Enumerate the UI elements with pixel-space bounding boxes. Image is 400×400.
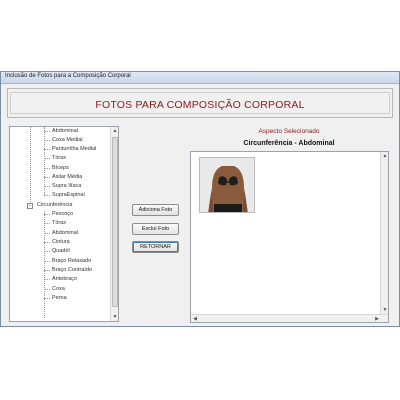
tree-item[interactable]: Braço Contraído: [52, 267, 92, 273]
scroll-left-icon[interactable]: ◀: [191, 315, 199, 323]
tree-branch: [44, 214, 50, 215]
header-panel: FOTOS PARA COMPOSIÇÃO CORPORAL: [7, 88, 393, 118]
tree-connector-line: [44, 211, 45, 318]
tree-branch: [44, 233, 50, 234]
tree-scrollbar[interactable]: ▲ ▼: [110, 127, 118, 321]
photo-thumbnail[interactable]: [199, 157, 255, 213]
add-photo-button[interactable]: Adiciona Foto: [132, 204, 179, 216]
tree-branch: [44, 261, 50, 262]
tree-branch: [44, 251, 50, 252]
tree-item[interactable]: Abdominal: [52, 128, 78, 134]
tree-branch: [44, 223, 50, 224]
tree-item[interactable]: Coxa Medial: [52, 137, 83, 143]
window-title: Inclusão de Fotos para a Composição Corp…: [5, 73, 131, 79]
tree-branch: [44, 186, 50, 187]
tree-branch: [44, 298, 50, 299]
delete-photo-button[interactable]: Exclui Foto: [132, 223, 179, 235]
tree-item[interactable]: Supra Ilíaca: [52, 183, 81, 189]
title-bar: Inclusão de Fotos para a Composição Corp…: [1, 72, 399, 84]
tree-item[interactable]: Abdominal: [52, 230, 78, 236]
page-title: FOTOS PARA COMPOSIÇÃO CORPORAL: [95, 99, 305, 111]
scroll-up-icon[interactable]: ▲: [111, 127, 118, 135]
tree-connector-line: [44, 127, 45, 195]
tree-branch: [44, 242, 50, 243]
tree-item[interactable]: Coxa: [52, 286, 65, 292]
scroll-thumb[interactable]: [112, 137, 118, 307]
scroll-down-icon[interactable]: ▼: [381, 306, 389, 314]
photo-vscrollbar[interactable]: ▲ ▼: [380, 152, 388, 322]
tree-branch: [44, 289, 50, 290]
tree-item[interactable]: Tórax: [52, 155, 66, 161]
tree-branch: [44, 195, 50, 196]
measurement-tree[interactable]: Abdominal Coxa Medial Panturrilha Medial…: [9, 126, 119, 322]
tree-item[interactable]: Cintura: [52, 239, 70, 245]
back-button[interactable]: RETORNAR: [132, 241, 179, 253]
tree-branch: [44, 279, 50, 280]
tree-item[interactable]: Antebraço: [52, 276, 77, 282]
scroll-up-icon[interactable]: ▲: [381, 152, 389, 160]
tree-item[interactable]: Panturrilha Medial: [52, 146, 96, 152]
app-window: Inclusão de Fotos para a Composição Corp…: [0, 71, 400, 327]
tree-item[interactable]: Axilar Média: [52, 174, 82, 180]
tree-connector-line: [30, 127, 31, 206]
tree-item-parent[interactable]: Circunferência: [37, 202, 72, 208]
tree-branch: [44, 131, 50, 132]
tree-branch: [44, 140, 50, 141]
selected-measurement: Circunferência - Abdominal: [243, 140, 335, 147]
tree-item[interactable]: Tórax: [52, 220, 66, 226]
tree-item[interactable]: Bíceps: [52, 165, 69, 171]
tree-branch: [44, 168, 50, 169]
tree-branch: [44, 158, 50, 159]
scroll-down-icon[interactable]: ▼: [111, 313, 118, 321]
scroll-right-icon[interactable]: ▶: [373, 315, 381, 323]
photo-hscrollbar[interactable]: ◀ ▶: [191, 314, 388, 322]
tree-branch: [44, 149, 50, 150]
tree-item[interactable]: Quadril: [52, 248, 70, 254]
tree-item[interactable]: Perna: [52, 295, 67, 301]
tree-item[interactable]: Pescoço: [52, 211, 73, 217]
torso-photo-image: [200, 158, 254, 212]
tree-item[interactable]: Braço Relaxado: [52, 258, 91, 264]
header-inner-frame: FOTOS PARA COMPOSIÇÃO CORPORAL: [10, 92, 390, 114]
tree-item[interactable]: SupraEspinal: [52, 192, 85, 198]
aspect-label: Aspecto Selecionado: [258, 128, 320, 135]
photo-list-panel[interactable]: ▲ ▼ ◀ ▶: [190, 151, 389, 323]
tree-branch: [44, 270, 50, 271]
tree-branch: [44, 177, 50, 178]
minus-box-icon[interactable]: −: [27, 203, 33, 209]
